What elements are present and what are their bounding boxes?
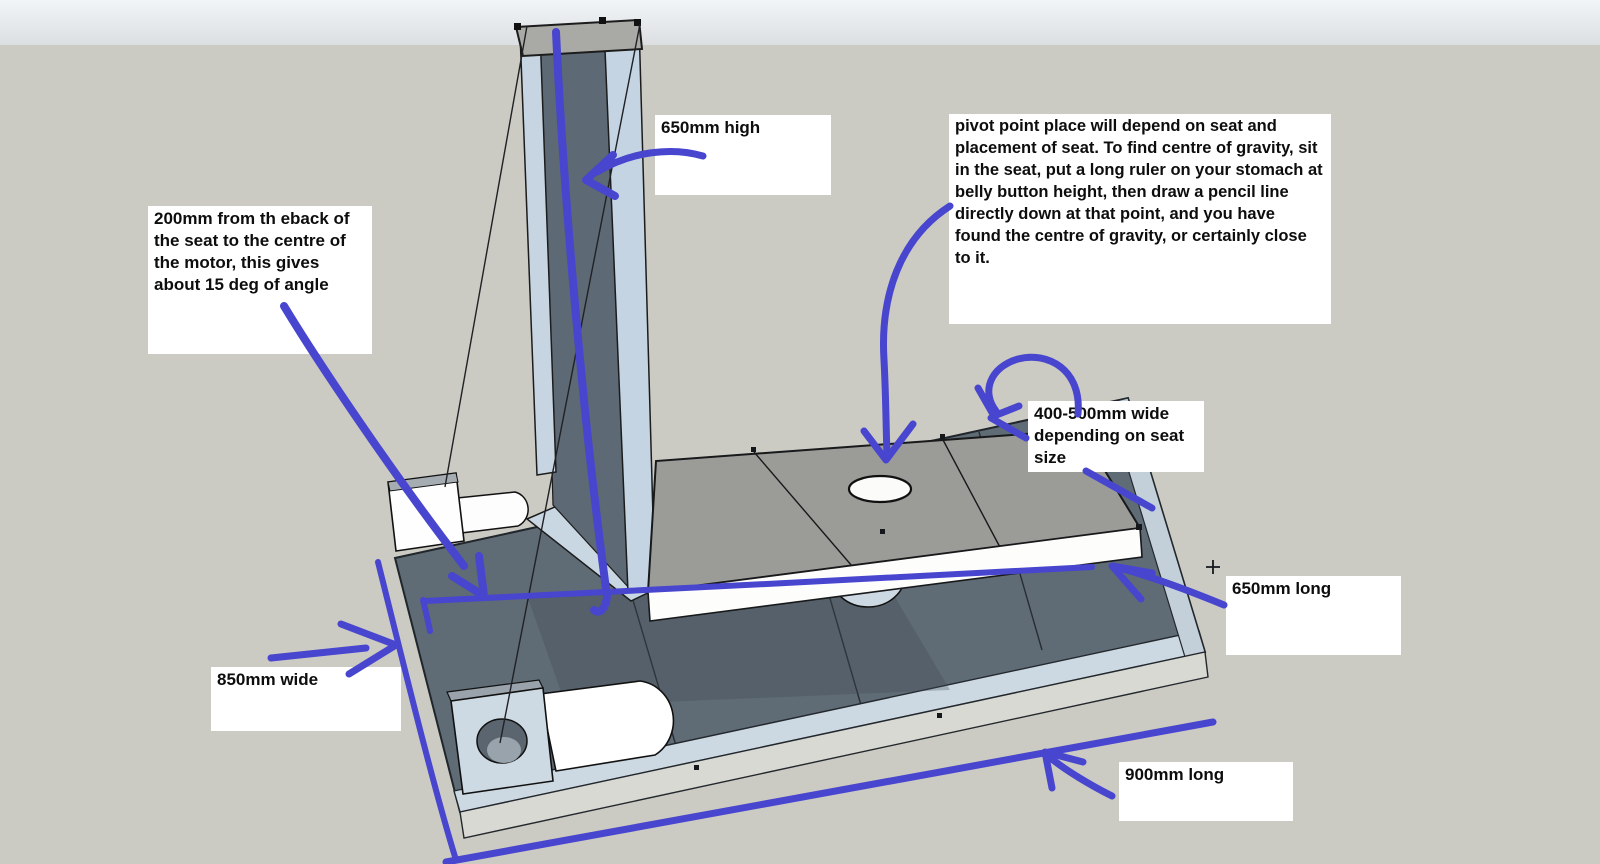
- label-motor-offset: 200mm from th eback of the seat to the c…: [148, 206, 372, 354]
- label-base-length: 900mm long: [1119, 762, 1293, 821]
- label-pivot-note: pivot point place will depend on seat an…: [949, 114, 1331, 324]
- label-seat-length: 650mm long: [1226, 576, 1401, 655]
- sketchup-annotated-diagram: 650mm high pivot point place will depend…: [0, 0, 1600, 864]
- annotation-labels: 650mm high pivot point place will depend…: [0, 0, 1600, 864]
- label-base-width: 850mm wide: [211, 667, 401, 731]
- label-seat-width: 400-500mm wide depending on seat size: [1028, 401, 1204, 472]
- label-seat-height: 650mm high: [655, 115, 831, 195]
